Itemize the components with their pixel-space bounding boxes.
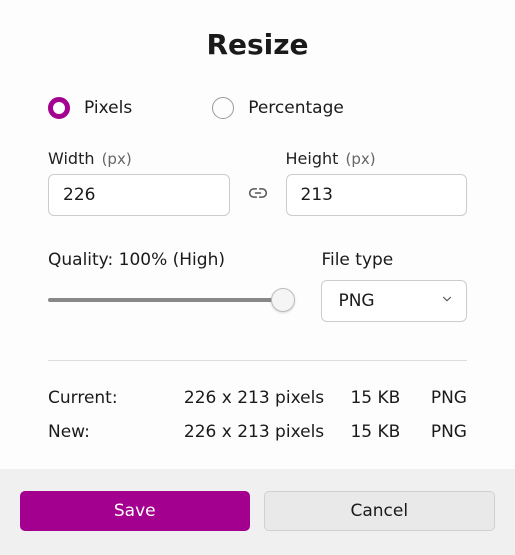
height-input[interactable]: 213 [286,174,468,216]
chevron-down-icon [440,291,454,311]
radio-pixels-label: Pixels [84,98,132,118]
new-dims: 226 x 213 pixels [172,415,324,449]
height-field: Height (px) 213 [286,149,468,216]
new-size: 15 KB [324,415,400,449]
height-unit: (px) [345,150,375,168]
dialog-title: Resize [48,28,467,61]
radio-pixels[interactable]: Pixels [48,97,132,119]
radio-icon [212,97,234,119]
cancel-button[interactable]: Cancel [264,491,496,531]
dialog-footer: Save Cancel [0,469,515,555]
current-size: 15 KB [324,381,400,415]
current-dims: 226 x 213 pixels [172,381,324,415]
new-fmt: PNG [400,415,467,449]
radio-icon [48,97,70,119]
size-info: Current: 226 x 213 pixels 15 KB PNG New:… [48,381,467,449]
new-row: New: 226 x 213 pixels 15 KB PNG [48,415,467,449]
width-value: 226 [63,185,95,205]
width-unit: (px) [102,150,132,168]
link-aspect-icon[interactable] [244,172,272,214]
current-label: Current: [48,381,172,415]
height-value: 213 [301,185,333,205]
resize-mode-group: Pixels Percentage [48,97,467,119]
save-button[interactable]: Save [20,491,250,531]
width-input[interactable]: 226 [48,174,230,216]
quality-label: Quality: 100% (High) [48,250,295,270]
slider-thumb[interactable] [271,288,295,312]
filetype-label: File type [321,250,467,270]
filetype-select[interactable]: PNG [321,280,467,322]
divider [48,360,467,361]
current-row: Current: 226 x 213 pixels 15 KB PNG [48,381,467,415]
slider-track [48,298,279,302]
current-fmt: PNG [400,381,467,415]
filetype-value: PNG [338,291,374,311]
quality-slider[interactable] [48,288,295,312]
height-label: Height [286,149,339,168]
radio-percentage[interactable]: Percentage [212,97,344,119]
width-field: Width (px) 226 [48,149,230,216]
width-label: Width [48,149,94,168]
radio-percentage-label: Percentage [248,98,344,118]
new-label: New: [48,415,172,449]
